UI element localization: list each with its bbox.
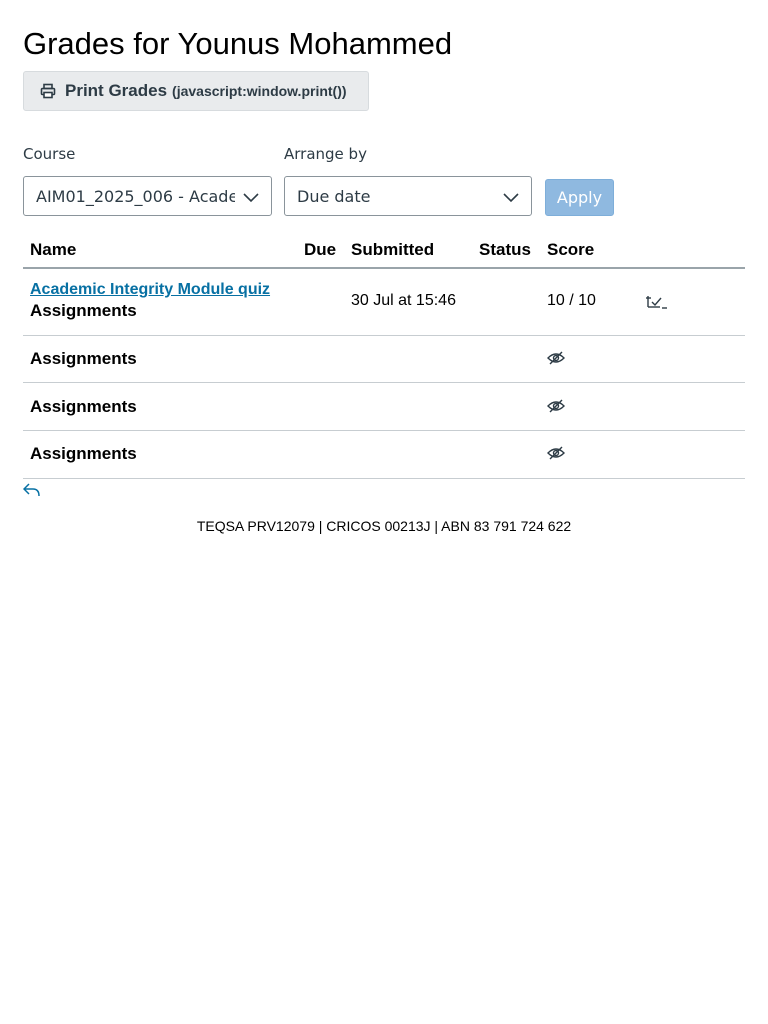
chevron-down-icon: [503, 189, 519, 205]
assignment-group: Assignments: [30, 397, 137, 416]
printer-icon: [40, 83, 56, 99]
eye-hidden-icon: [547, 399, 565, 413]
course-select-value: AIM01_2025_006 - Academic Integrity Modu…: [36, 186, 235, 206]
back-arrow-icon[interactable]: [23, 482, 41, 498]
column-header-name[interactable]: Name: [30, 240, 76, 260]
column-header-status[interactable]: Status: [479, 240, 531, 260]
assignment-group: Assignments: [30, 349, 137, 368]
print-grades-sublabel: (javascript:window.print()): [172, 83, 347, 99]
page-title: Grades for Younus Mohammed: [23, 26, 453, 61]
submitted-date: 30 Jul at 15:46: [351, 292, 456, 309]
course-label: Course: [23, 145, 76, 163]
apply-button[interactable]: Apply: [545, 179, 614, 216]
row-divider: [23, 382, 745, 383]
course-select[interactable]: AIM01_2025_006 - Academic Integrity Modu…: [23, 176, 272, 216]
eye-hidden-icon: [547, 351, 565, 365]
arrange-by-select-value: Due date: [297, 186, 371, 206]
arrange-by-select[interactable]: Due date: [284, 176, 532, 216]
header-divider: [23, 267, 745, 269]
score-value: 10 / 10: [547, 292, 596, 309]
row-divider: [23, 478, 745, 479]
footer-text: TEQSA PRV12079 | CRICOS 00213J | ABN 83 …: [196, 518, 572, 534]
assignment-group: Assignments: [30, 444, 137, 463]
column-header-submitted[interactable]: Submitted: [351, 240, 434, 260]
print-grades-button[interactable]: Print Grades (javascript:window.print()): [23, 71, 369, 111]
chevron-down-icon: [243, 189, 259, 205]
print-grades-label: Print Grades: [65, 81, 168, 100]
assignment-link[interactable]: Academic Integrity Module quiz: [30, 281, 270, 299]
row-divider: [23, 430, 745, 431]
column-header-due[interactable]: Due: [304, 240, 336, 260]
eye-hidden-icon: [547, 446, 565, 460]
submission-icon[interactable]: [646, 294, 668, 310]
grades-page: Grades for Younus Mohammed Print Grades …: [0, 0, 768, 1024]
arrange-by-label: Arrange by: [284, 145, 367, 163]
column-header-score[interactable]: Score: [547, 240, 594, 260]
row-divider: [23, 335, 745, 336]
assignment-group: Assignments: [30, 301, 137, 320]
